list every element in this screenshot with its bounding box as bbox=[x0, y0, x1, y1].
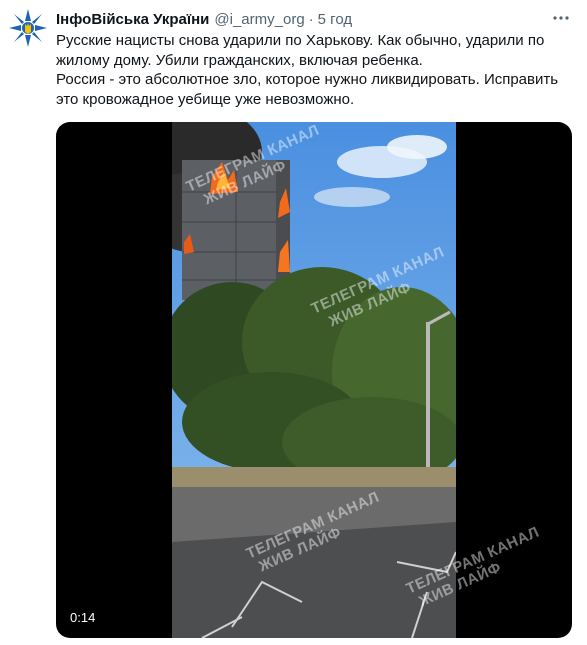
tweet-text-line: Русские нацисты снова ударили по Харьков… bbox=[56, 32, 545, 49]
more-horizontal-icon bbox=[553, 16, 569, 20]
video-duration: 0:14 bbox=[66, 609, 100, 626]
separator-dot: · bbox=[308, 10, 314, 28]
author-name[interactable]: ІнфоВійська України bbox=[56, 11, 209, 28]
tweet-text-line: Россия - это абсолютное зло, которое нуж… bbox=[56, 71, 559, 88]
tweet-text-line: это кровожадное уебище уже невозможно. bbox=[56, 90, 355, 108]
emblem-icon bbox=[9, 9, 47, 47]
tweet-text-line: жилому дому. Убили гражданских, включая … bbox=[56, 51, 423, 69]
more-button[interactable] bbox=[549, 6, 573, 30]
author-handle[interactable]: @i_army_org bbox=[214, 11, 304, 28]
tweet-text: Русские нацисты снова ударили по Харьков… bbox=[56, 31, 576, 109]
avatar[interactable] bbox=[8, 8, 48, 48]
tweet-time[interactable]: 5 год bbox=[318, 11, 352, 28]
tweet[interactable]: ІнфоВійська України @i_army_org · 5 год … bbox=[0, 0, 587, 645]
video-player[interactable]: ТЕЛЕГРАМ КАНАЛ ЖИВ ЛАЙФ ТЕЛЕГРАМ КАНАЛ Ж… bbox=[56, 122, 572, 638]
tweet-header: ІнфоВійська України @i_army_org · 5 год bbox=[56, 9, 573, 29]
